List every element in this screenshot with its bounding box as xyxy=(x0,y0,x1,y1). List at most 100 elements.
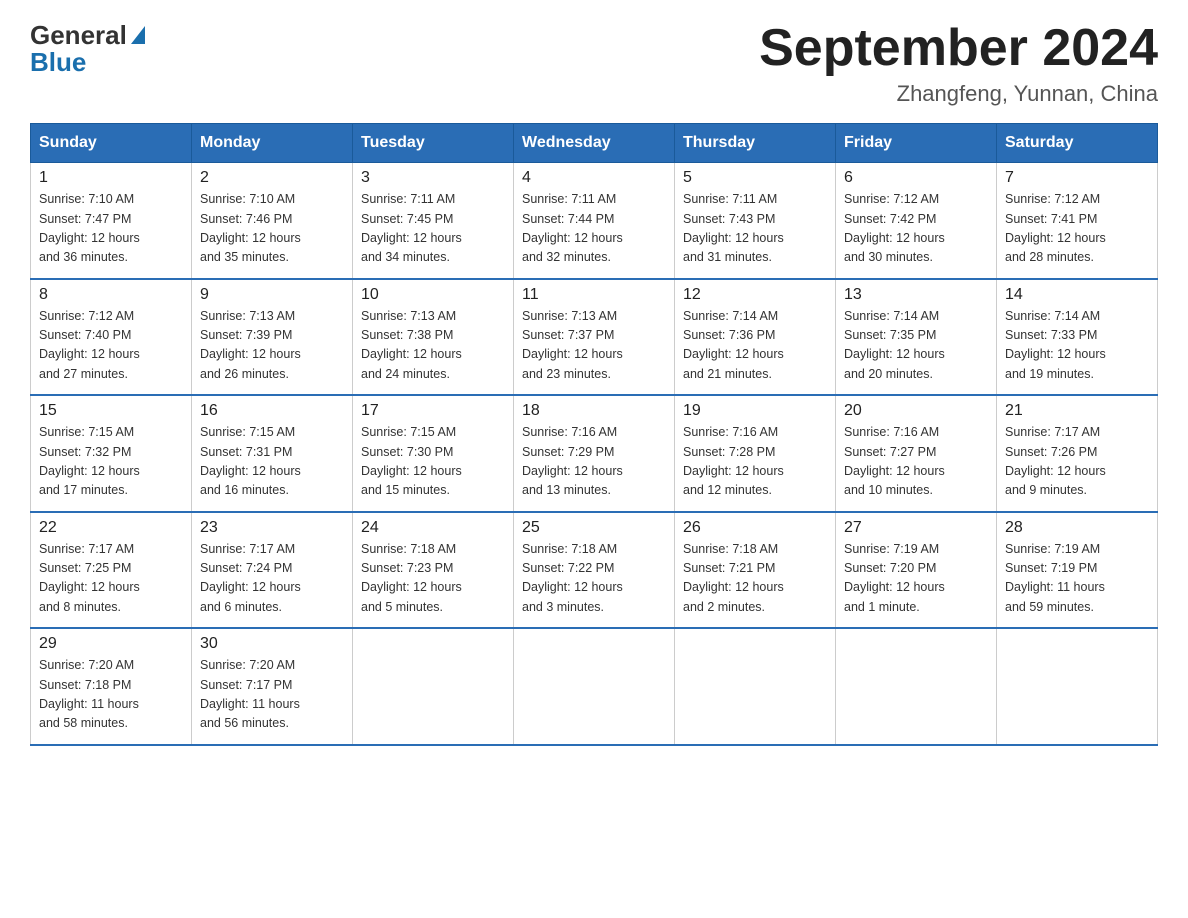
week-row-1: 1 Sunrise: 7:10 AMSunset: 7:47 PMDaylight… xyxy=(31,163,1158,279)
calendar-cell: 24Sunrise: 7:18 AMSunset: 7:23 PMDayligh… xyxy=(353,512,514,629)
calendar-cell: 30 Sunrise: 7:20 AMSunset: 7:17 PMDayligh… xyxy=(192,628,353,745)
calendar-cell: 26 Sunrise: 7:18 AMSunset: 7:21 PMDayligh… xyxy=(675,512,836,629)
calendar-title: September 2024 xyxy=(759,20,1158,77)
logo-blue: Blue xyxy=(30,47,86,78)
title-block: September 2024 Zhangfeng, Yunnan, China xyxy=(759,20,1158,107)
weekday-header-sunday: Sunday xyxy=(31,124,192,163)
weekday-header-row: SundayMondayTuesdayWednesdayThursdayFrid… xyxy=(31,124,1158,163)
week-row-3: 15 Sunrise: 7:15 AMSunset: 7:32 PMDayligh… xyxy=(31,395,1158,512)
day-info: Sunrise: 7:18 AMSunset: 7:22 PMDaylight:… xyxy=(522,540,666,618)
calendar-cell xyxy=(997,628,1158,745)
day-info: Sunrise: 7:12 AMSunset: 7:41 PMDaylight:… xyxy=(1005,190,1149,268)
calendar-cell: 14Sunrise: 7:14 AMSunset: 7:33 PMDayligh… xyxy=(997,279,1158,396)
day-info: Sunrise: 7:15 AMSunset: 7:32 PMDaylight:… xyxy=(39,423,183,501)
day-info: Sunrise: 7:14 AMSunset: 7:35 PMDaylight:… xyxy=(844,307,988,385)
day-number: 21 xyxy=(1005,402,1149,420)
calendar-cell: 7 Sunrise: 7:12 AMSunset: 7:41 PMDaylight… xyxy=(997,163,1158,279)
day-number: 6 xyxy=(844,169,988,187)
day-info: Sunrise: 7:19 AMSunset: 7:19 PMDaylight:… xyxy=(1005,540,1149,618)
day-info: Sunrise: 7:13 AMSunset: 7:38 PMDaylight:… xyxy=(361,307,505,385)
logo: General Blue xyxy=(30,20,145,78)
week-row-5: 29Sunrise: 7:20 AMSunset: 7:18 PMDayligh… xyxy=(31,628,1158,745)
day-number: 7 xyxy=(1005,169,1149,187)
day-info: Sunrise: 7:11 AMSunset: 7:45 PMDaylight:… xyxy=(361,190,505,268)
calendar-cell: 21 Sunrise: 7:17 AMSunset: 7:26 PMDayligh… xyxy=(997,395,1158,512)
calendar-cell: 25Sunrise: 7:18 AMSunset: 7:22 PMDayligh… xyxy=(514,512,675,629)
day-number: 11 xyxy=(522,286,666,304)
weekday-header-saturday: Saturday xyxy=(997,124,1158,163)
day-info: Sunrise: 7:13 AMSunset: 7:37 PMDaylight:… xyxy=(522,307,666,385)
calendar-table: SundayMondayTuesdayWednesdayThursdayFrid… xyxy=(30,123,1158,746)
calendar-cell xyxy=(836,628,997,745)
calendar-cell: 4 Sunrise: 7:11 AMSunset: 7:44 PMDaylight… xyxy=(514,163,675,279)
day-number: 23 xyxy=(200,519,344,537)
day-number: 8 xyxy=(39,286,183,304)
day-number: 17 xyxy=(361,402,505,420)
calendar-cell: 27 Sunrise: 7:19 AMSunset: 7:20 PMDayligh… xyxy=(836,512,997,629)
day-number: 4 xyxy=(522,169,666,187)
day-number: 2 xyxy=(200,169,344,187)
day-number: 1 xyxy=(39,169,183,187)
day-info: Sunrise: 7:17 AMSunset: 7:26 PMDaylight:… xyxy=(1005,423,1149,501)
day-number: 12 xyxy=(683,286,827,304)
page: General Blue September 2024 Zhangfeng, Y… xyxy=(0,0,1188,776)
day-number: 13 xyxy=(844,286,988,304)
weekday-header-tuesday: Tuesday xyxy=(353,124,514,163)
calendar-cell: 23 Sunrise: 7:17 AMSunset: 7:24 PMDayligh… xyxy=(192,512,353,629)
day-number: 30 xyxy=(200,635,344,653)
day-number: 10 xyxy=(361,286,505,304)
day-info: Sunrise: 7:10 AMSunset: 7:46 PMDaylight:… xyxy=(200,190,344,268)
calendar-subtitle: Zhangfeng, Yunnan, China xyxy=(759,81,1158,107)
day-info: Sunrise: 7:19 AMSunset: 7:20 PMDaylight:… xyxy=(844,540,988,618)
calendar-cell: 5Sunrise: 7:11 AMSunset: 7:43 PMDaylight… xyxy=(675,163,836,279)
calendar-cell: 3 Sunrise: 7:11 AMSunset: 7:45 PMDaylight… xyxy=(353,163,514,279)
calendar-cell: 16 Sunrise: 7:15 AMSunset: 7:31 PMDayligh… xyxy=(192,395,353,512)
day-info: Sunrise: 7:10 AMSunset: 7:47 PMDaylight:… xyxy=(39,190,183,268)
day-info: Sunrise: 7:15 AMSunset: 7:31 PMDaylight:… xyxy=(200,423,344,501)
day-number: 18 xyxy=(522,402,666,420)
calendar-cell: 28 Sunrise: 7:19 AMSunset: 7:19 PMDayligh… xyxy=(997,512,1158,629)
calendar-cell: 13 Sunrise: 7:14 AMSunset: 7:35 PMDayligh… xyxy=(836,279,997,396)
day-number: 15 xyxy=(39,402,183,420)
week-row-4: 22Sunrise: 7:17 AMSunset: 7:25 PMDayligh… xyxy=(31,512,1158,629)
day-info: Sunrise: 7:17 AMSunset: 7:25 PMDaylight:… xyxy=(39,540,183,618)
day-number: 3 xyxy=(361,169,505,187)
logo-blue-part xyxy=(129,28,145,44)
calendar-cell: 8 Sunrise: 7:12 AMSunset: 7:40 PMDaylight… xyxy=(31,279,192,396)
day-info: Sunrise: 7:11 AMSunset: 7:44 PMDaylight:… xyxy=(522,190,666,268)
day-info: Sunrise: 7:16 AMSunset: 7:28 PMDaylight:… xyxy=(683,423,827,501)
day-info: Sunrise: 7:20 AMSunset: 7:17 PMDaylight:… xyxy=(200,656,344,734)
weekday-header-monday: Monday xyxy=(192,124,353,163)
logo-arrow-icon xyxy=(131,26,145,44)
calendar-cell: 10 Sunrise: 7:13 AMSunset: 7:38 PMDayligh… xyxy=(353,279,514,396)
calendar-cell: 19 Sunrise: 7:16 AMSunset: 7:28 PMDayligh… xyxy=(675,395,836,512)
day-number: 9 xyxy=(200,286,344,304)
calendar-cell: 11 Sunrise: 7:13 AMSunset: 7:37 PMDayligh… xyxy=(514,279,675,396)
day-info: Sunrise: 7:12 AMSunset: 7:40 PMDaylight:… xyxy=(39,307,183,385)
calendar-cell xyxy=(353,628,514,745)
calendar-cell xyxy=(514,628,675,745)
calendar-cell xyxy=(675,628,836,745)
day-number: 16 xyxy=(200,402,344,420)
calendar-cell: 17Sunrise: 7:15 AMSunset: 7:30 PMDayligh… xyxy=(353,395,514,512)
day-number: 27 xyxy=(844,519,988,537)
calendar-cell: 18 Sunrise: 7:16 AMSunset: 7:29 PMDayligh… xyxy=(514,395,675,512)
day-number: 28 xyxy=(1005,519,1149,537)
calendar-cell: 2 Sunrise: 7:10 AMSunset: 7:46 PMDaylight… xyxy=(192,163,353,279)
day-info: Sunrise: 7:16 AMSunset: 7:27 PMDaylight:… xyxy=(844,423,988,501)
week-row-2: 8 Sunrise: 7:12 AMSunset: 7:40 PMDaylight… xyxy=(31,279,1158,396)
day-info: Sunrise: 7:17 AMSunset: 7:24 PMDaylight:… xyxy=(200,540,344,618)
calendar-cell: 22Sunrise: 7:17 AMSunset: 7:25 PMDayligh… xyxy=(31,512,192,629)
day-number: 5 xyxy=(683,169,827,187)
day-number: 20 xyxy=(844,402,988,420)
day-number: 19 xyxy=(683,402,827,420)
calendar-cell: 15 Sunrise: 7:15 AMSunset: 7:32 PMDayligh… xyxy=(31,395,192,512)
day-info: Sunrise: 7:20 AMSunset: 7:18 PMDaylight:… xyxy=(39,656,183,734)
day-info: Sunrise: 7:16 AMSunset: 7:29 PMDaylight:… xyxy=(522,423,666,501)
calendar-cell: 12Sunrise: 7:14 AMSunset: 7:36 PMDayligh… xyxy=(675,279,836,396)
day-number: 26 xyxy=(683,519,827,537)
header: General Blue September 2024 Zhangfeng, Y… xyxy=(30,20,1158,107)
calendar-cell: 20 Sunrise: 7:16 AMSunset: 7:27 PMDayligh… xyxy=(836,395,997,512)
day-info: Sunrise: 7:18 AMSunset: 7:21 PMDaylight:… xyxy=(683,540,827,618)
weekday-header-wednesday: Wednesday xyxy=(514,124,675,163)
